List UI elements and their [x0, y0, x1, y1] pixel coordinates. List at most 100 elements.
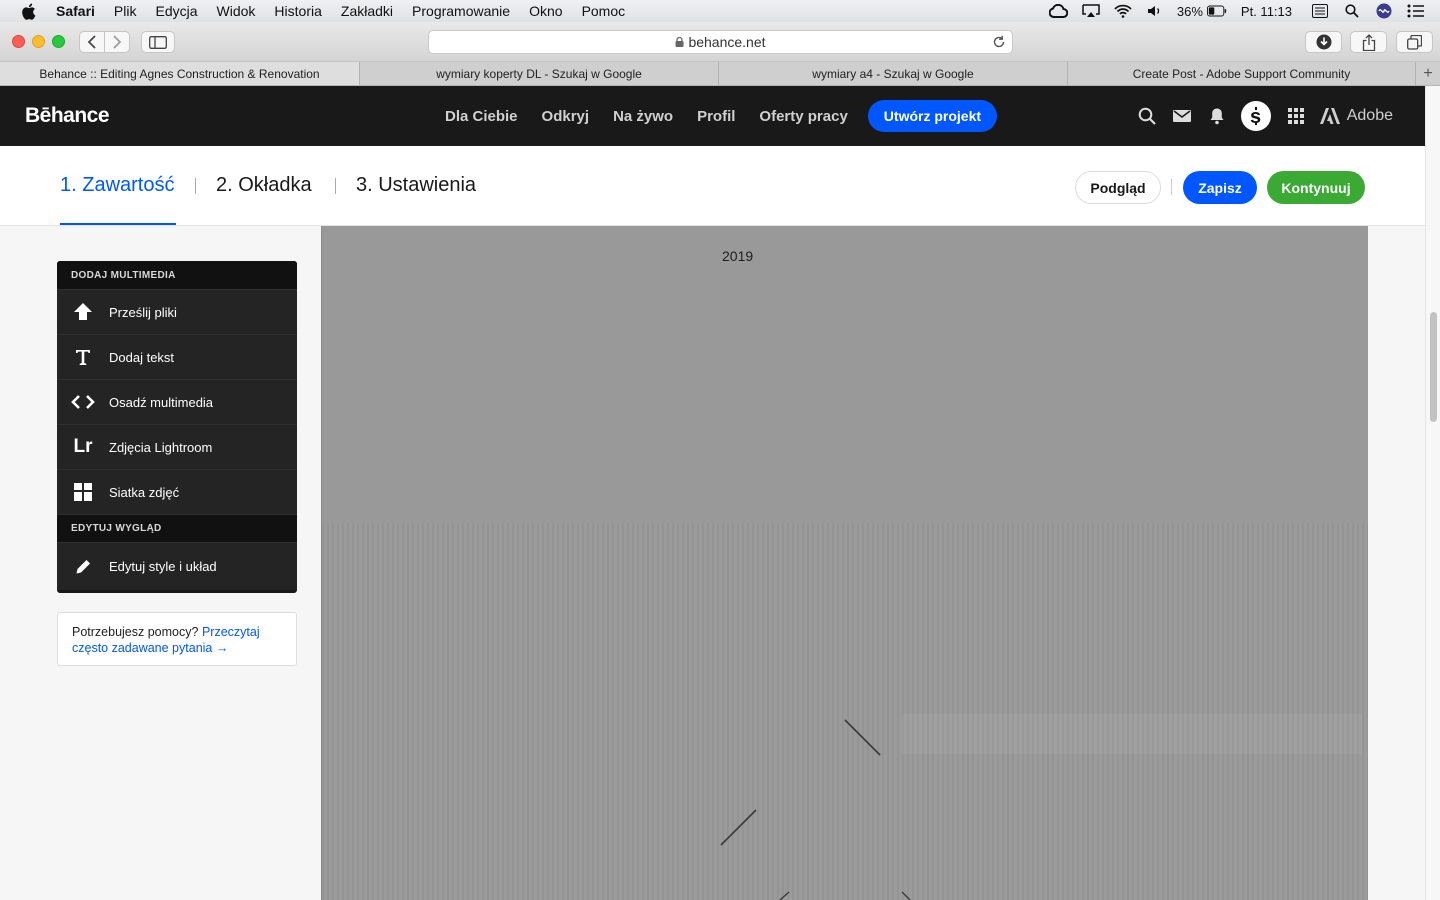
creative-cloud-icon[interactable]: [1049, 3, 1069, 19]
share-button[interactable]: [1350, 31, 1387, 53]
add-media-panel: DODAJ MULTIMEDIA Prześlij pliki Dodaj te…: [57, 261, 297, 593]
upload-files-button[interactable]: Prześlij pliki: [57, 289, 297, 334]
edit-appearance-heading: EDYTUJ WYGLĄD: [57, 514, 297, 542]
step-content-tab[interactable]: 1. Zawartość: [60, 174, 174, 197]
browser-toolbar: behance.net: [0, 22, 1440, 62]
step-divider: [195, 178, 196, 194]
clock[interactable]: Pt. 11:13: [1241, 4, 1292, 19]
fullscreen-window-button[interactable]: [52, 35, 65, 48]
step-divider: [335, 178, 336, 194]
page-scrollbar[interactable]: [1425, 86, 1440, 900]
volume-icon[interactable]: [1145, 3, 1165, 19]
embed-media-button[interactable]: Osadź multimedia: [57, 379, 297, 424]
preview-button[interactable]: Podgląd: [1075, 171, 1161, 204]
upload-arrow-icon: [57, 303, 109, 321]
download-icon: [1316, 34, 1331, 50]
sidebar-toggle-button[interactable]: [141, 31, 175, 53]
step-cover-tab[interactable]: 2. Okładka: [216, 174, 312, 197]
menu-okno[interactable]: Okno: [529, 3, 562, 19]
browser-tab-a4[interactable]: wymiary a4 - Szukaj w Google: [719, 62, 1068, 85]
behance-header: Bēhance Dla Ciebie Odkryj Na żywo Profil…: [0, 86, 1425, 146]
spotlight-search-icon[interactable]: [1342, 3, 1362, 19]
battery-icon[interactable]: [1206, 3, 1227, 19]
search-icon[interactable]: [1137, 106, 1157, 126]
photo-grid-button[interactable]: Siatka zdjęć: [57, 469, 297, 514]
downloads-button[interactable]: [1305, 31, 1342, 53]
menu-plik[interactable]: Plik: [114, 3, 137, 19]
edit-styles-button[interactable]: Edytuj style i układ: [57, 542, 297, 590]
nav-profil[interactable]: Profil: [697, 108, 735, 125]
project-canvas[interactable]: 2019: [321, 226, 1368, 900]
text-icon: [57, 349, 109, 365]
nav-na-zywo[interactable]: Na żywo: [613, 108, 673, 125]
step-settings-tab[interactable]: 3. Ustawienia: [356, 174, 476, 197]
editor-step-bar: 1. Zawartość 2. Okładka 3. Ustawienia Po…: [0, 146, 1425, 226]
help-text: Potrzebujesz pomocy?: [72, 625, 199, 639]
minimize-window-button[interactable]: [32, 35, 45, 48]
apps-grid-icon[interactable]: [1286, 106, 1306, 126]
lightroom-icon: Lr: [73, 436, 93, 457]
photo-grid-label: Siatka zdjęć: [109, 484, 180, 500]
scrollbar-thumb[interactable]: [1430, 312, 1437, 422]
help-box: Potrzebujesz pomocy? Przeczytaj często z…: [57, 612, 297, 666]
address-text: behance.net: [688, 34, 766, 50]
sidebar-icon: [149, 35, 167, 49]
new-tab-button[interactable]: +: [1416, 62, 1440, 85]
lightroom-photos-label: Zdjęcia Lightroom: [109, 439, 213, 455]
menu-programowanie[interactable]: Programowanie: [412, 3, 510, 19]
menu-safari[interactable]: Safari: [56, 3, 95, 19]
close-window-button[interactable]: [12, 35, 25, 48]
mail-icon[interactable]: [1172, 106, 1192, 126]
continue-button[interactable]: Kontynuuj: [1267, 171, 1365, 204]
photo-grid-icon: [57, 483, 109, 501]
add-text-label: Dodaj tekst: [109, 349, 175, 365]
save-button[interactable]: Zapisz: [1183, 171, 1257, 204]
bell-icon[interactable]: [1207, 106, 1227, 126]
browser-tab-behance[interactable]: Behance :: Editing Agnes Construction & …: [0, 62, 360, 85]
chevron-left-icon: [87, 35, 96, 49]
reload-icon[interactable]: [992, 35, 1006, 52]
lightroom-photos-button[interactable]: Lr Zdjęcia Lightroom: [57, 424, 297, 469]
avatar[interactable]: s: [1240, 101, 1271, 131]
apple-menu-icon[interactable]: [21, 3, 37, 20]
menu-edycja[interactable]: Edycja: [155, 3, 197, 19]
adobe-link[interactable]: Adobe: [1319, 107, 1393, 125]
edit-styles-label: Edytuj style i układ: [109, 559, 217, 574]
back-button[interactable]: [79, 31, 105, 53]
add-media-heading: DODAJ MULTIMEDIA: [57, 261, 297, 289]
address-bar[interactable]: behance.net: [428, 30, 1013, 54]
tab-overview-button[interactable]: [1396, 31, 1433, 53]
browser-tab-koperty[interactable]: wymiary koperty DL - Szukaj w Google: [360, 62, 719, 85]
menu-historia[interactable]: Historia: [274, 3, 321, 19]
canvas-artwork-lines: [720, 714, 1362, 900]
nav-oferty-pracy[interactable]: Oferty pracy: [759, 108, 847, 125]
header-actions: s Adobe: [1122, 86, 1393, 146]
upload-files-label: Prześlij pliki: [109, 304, 177, 320]
forward-button[interactable]: [104, 31, 130, 53]
menu-widok[interactable]: Widok: [217, 3, 256, 19]
embed-media-label: Osadź multimedia: [109, 394, 214, 410]
nav-dla-ciebie[interactable]: Dla Ciebie: [445, 108, 518, 125]
nav-odkryj[interactable]: Odkryj: [542, 108, 590, 125]
tabs-icon: [1407, 34, 1422, 50]
adobe-logo-icon: [1319, 108, 1340, 124]
macos-menu-bar: Safari Plik Edycja Widok Historia Zakład…: [0, 0, 1440, 22]
pencil-icon: [57, 559, 109, 575]
adobe-label: Adobe: [1346, 107, 1393, 124]
behance-logo[interactable]: Bēhance: [25, 104, 110, 128]
create-project-button[interactable]: Utwórz projekt: [867, 100, 998, 132]
notification-center-icon[interactable]: [1406, 3, 1426, 19]
embed-code-icon: [57, 395, 109, 409]
main-nav: Dla Ciebie Odkryj Na żywo Profil Oferty …: [445, 86, 998, 146]
keyboard-input-icon[interactable]: [1310, 3, 1330, 19]
wifi-icon[interactable]: [1113, 3, 1133, 19]
battery-percent: 36%: [1176, 3, 1203, 19]
active-step-indicator: [60, 223, 176, 225]
browser-tab-bar: Behance :: Editing Agnes Construction & …: [0, 62, 1440, 86]
airplay-icon[interactable]: [1081, 3, 1101, 19]
add-text-button[interactable]: Dodaj tekst: [57, 334, 297, 379]
siri-icon[interactable]: [1374, 3, 1394, 19]
menu-zakladki[interactable]: Zakładki: [341, 3, 393, 19]
browser-tab-adobe-support[interactable]: Create Post - Adobe Support Community: [1068, 62, 1416, 85]
menu-pomoc[interactable]: Pomoc: [582, 3, 626, 19]
